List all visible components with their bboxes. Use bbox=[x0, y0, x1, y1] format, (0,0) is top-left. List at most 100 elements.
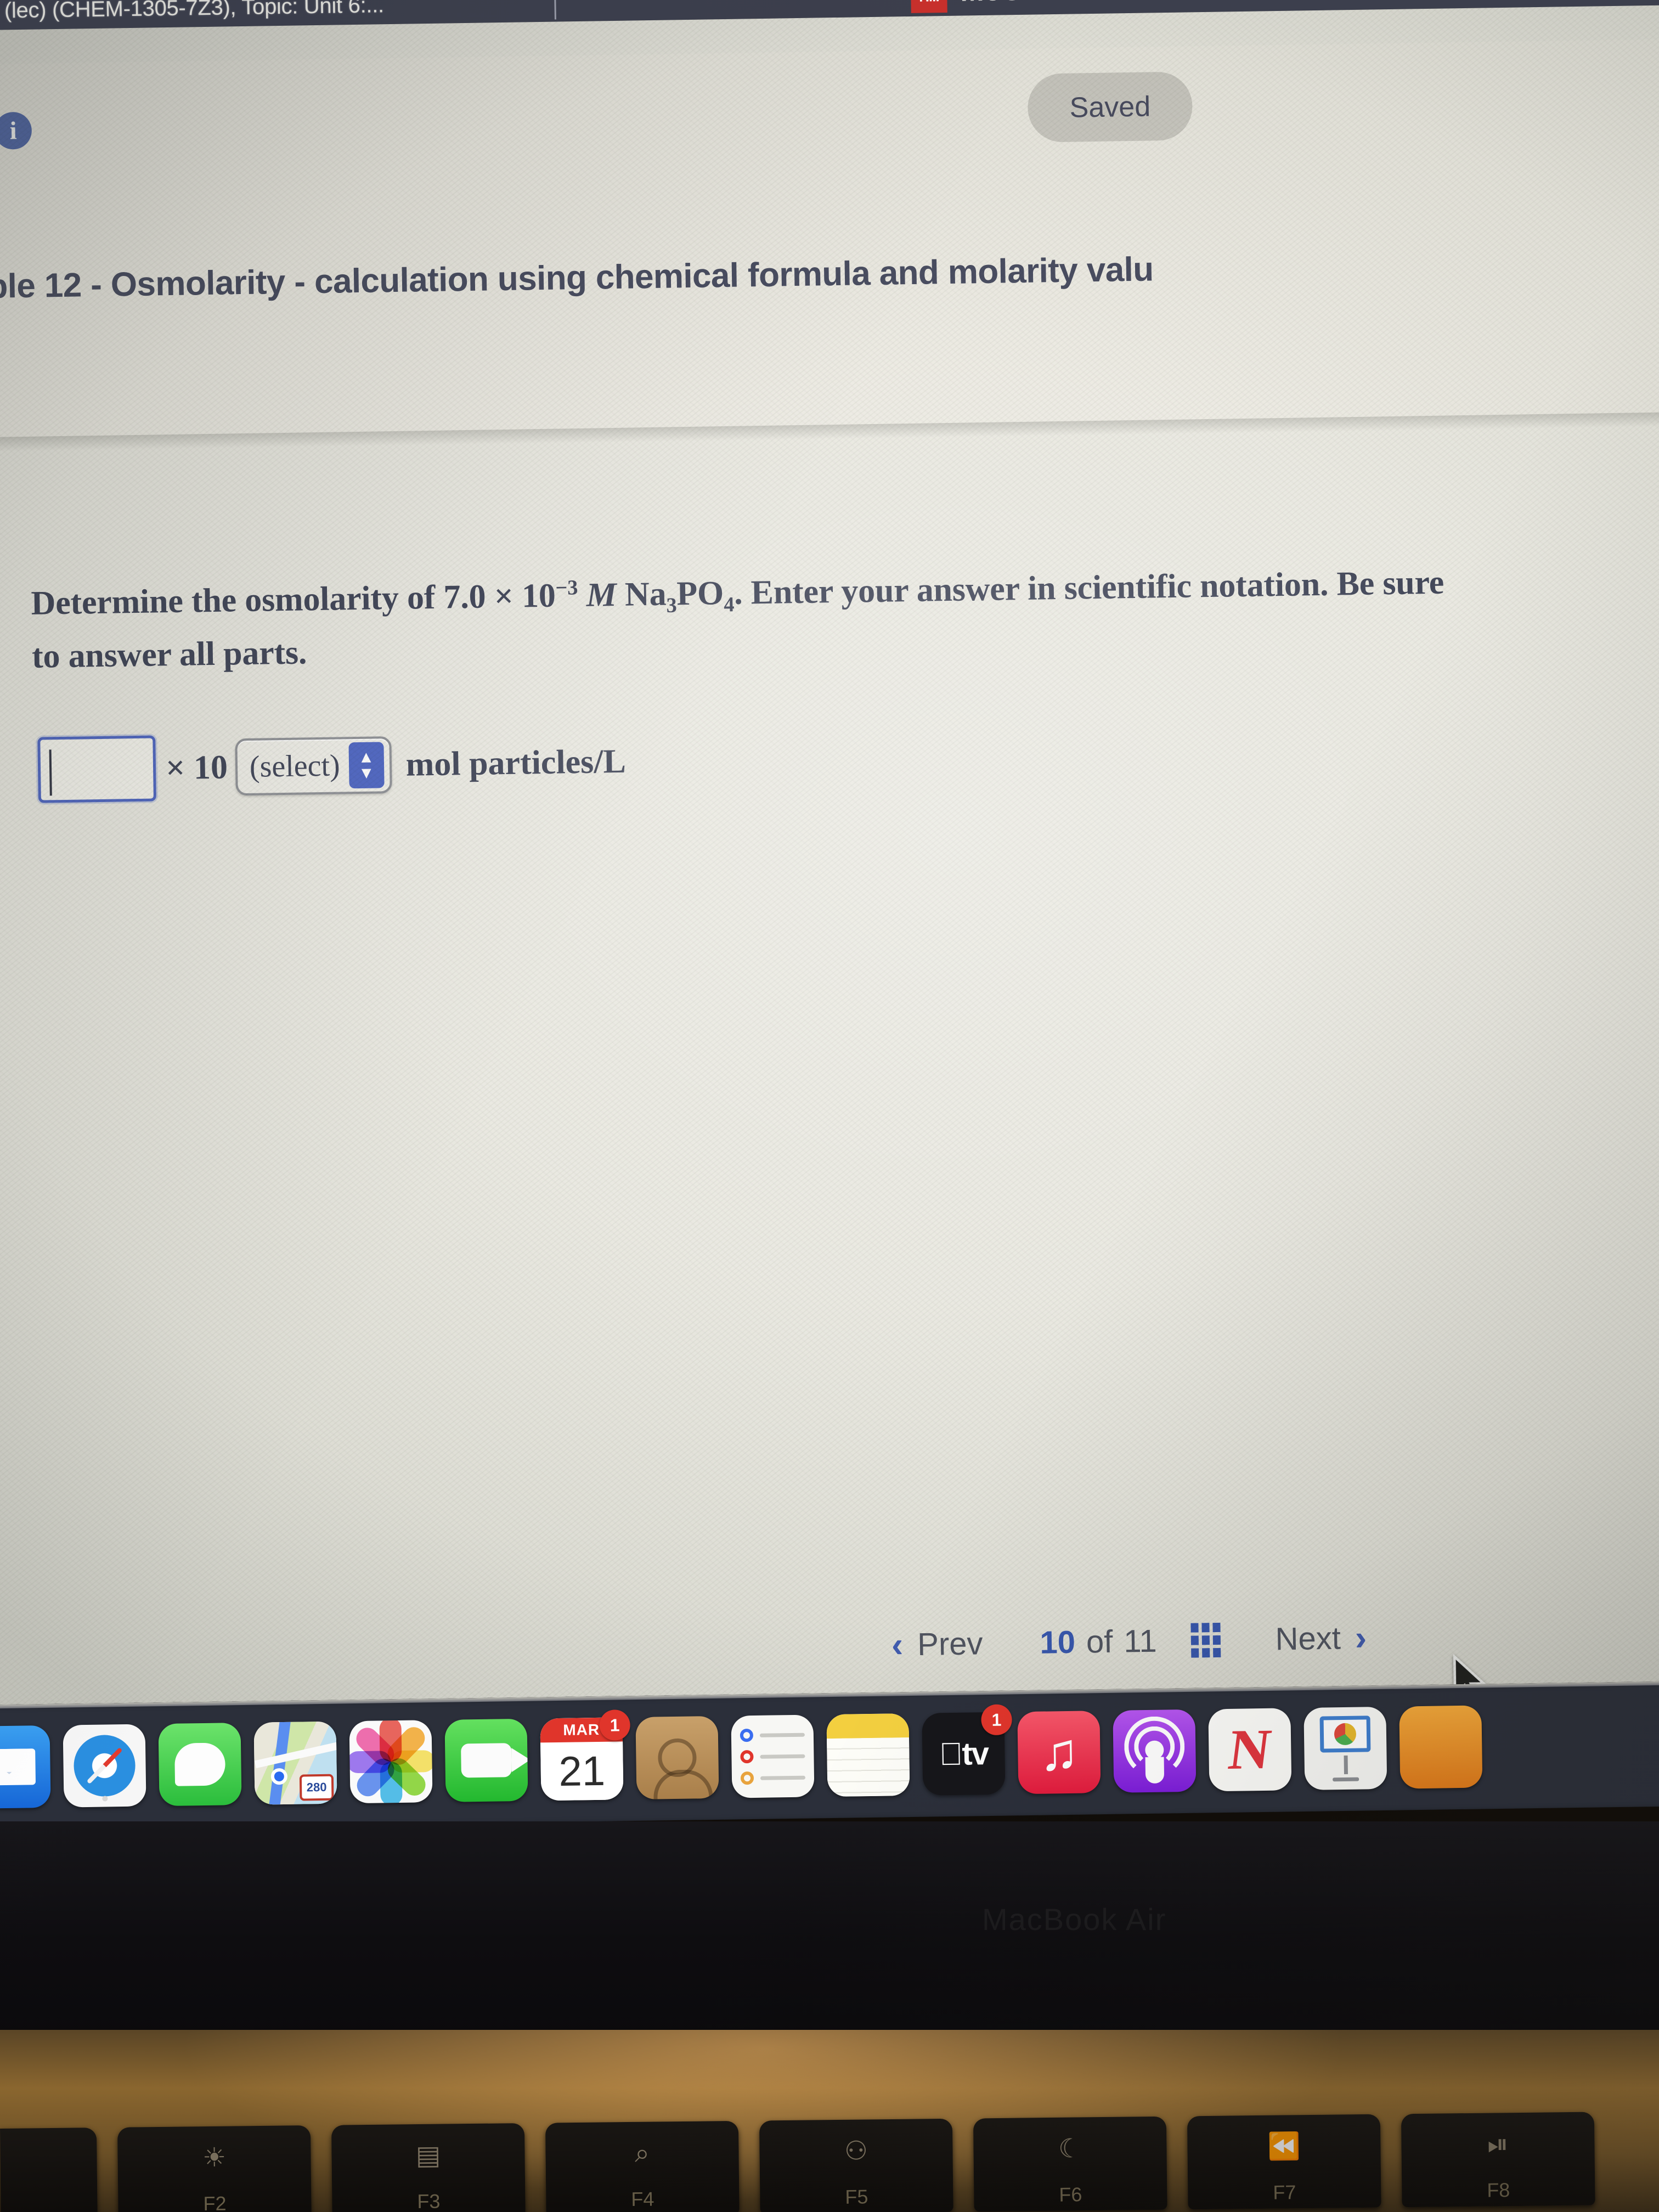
macos-dock: 280 MAR 21 1 tv 1 ♫ N bbox=[0, 1680, 1659, 1830]
function-key-row: ☀ F2 ▤ F3 ⌕ F4 ⚇ F5 ☾ F6 ⏪ F7 ⏯ F8 bbox=[0, 2111, 1659, 2212]
question-prompt: Determine the osmolarity of 7.0 × 10−3 M… bbox=[31, 555, 1579, 682]
exponent-select-label: (select) bbox=[249, 748, 341, 784]
exponent-select[interactable]: (select) ▲ ▼ bbox=[235, 736, 392, 796]
appletv-badge: 1 bbox=[981, 1704, 1012, 1736]
calendar-day-label: 21 bbox=[558, 1747, 606, 1795]
tab-divider bbox=[554, 0, 556, 20]
question-line2: to answer all parts. bbox=[31, 634, 307, 675]
key-label-f8: F8 bbox=[1487, 2179, 1510, 2202]
dock-app-contacts[interactable] bbox=[635, 1716, 719, 1799]
play-pause-icon: ⏯ bbox=[1487, 2130, 1509, 2159]
mcgraw-wordmark: McGraw bbox=[960, 0, 1075, 8]
dock-app-reminders[interactable] bbox=[731, 1714, 815, 1798]
question-line1-a: Determine the osmolarity of 7.0 bbox=[31, 578, 495, 622]
facetime-camera-icon bbox=[444, 1719, 528, 1802]
dock-app-orange[interactable] bbox=[1399, 1705, 1483, 1789]
mission-control-icon: ▤ bbox=[415, 2141, 441, 2171]
rewind-icon: ⏪ bbox=[1267, 2132, 1301, 2162]
next-chevron-icon[interactable]: › bbox=[1355, 1617, 1367, 1658]
dock-app-news[interactable]: N bbox=[1208, 1708, 1292, 1792]
messages-bubble-icon bbox=[159, 1723, 242, 1806]
notes-pad-icon bbox=[826, 1713, 910, 1797]
search-icon: ⌕ bbox=[634, 2138, 650, 2168]
browser-tab-title[interactable]: l (lec) (CHEM-1305-7Z3), Topic: Unit 6:.… bbox=[0, 0, 384, 24]
brightness-up-key[interactable]: ☀ F2 bbox=[117, 2125, 312, 2212]
photos-flower-icon bbox=[349, 1720, 433, 1804]
mail-icon bbox=[0, 1725, 51, 1809]
question-exponent: −3 bbox=[555, 576, 578, 600]
reminders-list-icon bbox=[731, 1714, 814, 1798]
maps-route-shield: 280 bbox=[299, 1774, 334, 1801]
dock-app-appletv[interactable]: tv 1 bbox=[922, 1704, 1012, 1796]
key-label-f5: F5 bbox=[845, 2185, 868, 2208]
key-label-f7: F7 bbox=[1273, 2181, 1296, 2204]
key-label-f4: F4 bbox=[631, 2187, 654, 2210]
molarity-symbol: M bbox=[586, 576, 617, 614]
mcgraw-hill-logo-text: Hill bbox=[919, 0, 939, 5]
microphone-icon: ⚇ bbox=[844, 2136, 868, 2166]
question-base: 10 bbox=[513, 577, 556, 615]
current-page-number: 10 bbox=[1039, 1624, 1076, 1661]
apple-tv-wordmark: tv bbox=[950, 1735, 988, 1772]
dock-app-notes[interactable] bbox=[826, 1713, 910, 1797]
music-note-icon: ♫ bbox=[1039, 1722, 1080, 1782]
contacts-person-icon bbox=[635, 1716, 719, 1799]
grid-view-icon[interactable] bbox=[1190, 1622, 1221, 1658]
page-of-label: of bbox=[1086, 1623, 1113, 1660]
stepper-arrows-icon[interactable]: ▲ ▼ bbox=[348, 742, 385, 789]
key-label-f2: F2 bbox=[203, 2192, 227, 2212]
play-pause-key[interactable]: ⏯ F8 bbox=[1401, 2112, 1595, 2208]
podcasts-antenna-icon bbox=[1113, 1709, 1196, 1793]
prev-chevron-icon[interactable]: ‹ bbox=[891, 1624, 903, 1664]
mcgraw-hill-logo-icon: Hill bbox=[910, 0, 947, 13]
laptop-screen: l (lec) (CHEM-1305-7Z3), Topic: Unit 6:.… bbox=[0, 0, 1659, 1861]
question-line1-b: . Enter your answer in scientific notati… bbox=[733, 563, 1444, 612]
info-icon[interactable]: i bbox=[0, 111, 32, 150]
page-content: rk i Saved ample 12 - Osmolarity - calcu… bbox=[0, 4, 1659, 1808]
dock-app-keynote[interactable] bbox=[1304, 1706, 1387, 1790]
chevron-up-icon: ▲ bbox=[358, 748, 375, 766]
dock-app-calendar[interactable]: MAR 21 1 bbox=[540, 1709, 631, 1801]
maps-icon: 280 bbox=[253, 1721, 337, 1805]
multiplier-label: × 10 bbox=[165, 748, 228, 787]
formula-po: PO bbox=[676, 574, 724, 613]
key-label-f3: F3 bbox=[417, 2190, 441, 2212]
laptop-photo: l (lec) (CHEM-1305-7Z3), Topic: Unit 6:.… bbox=[0, 0, 1659, 2212]
dock-app-safari[interactable] bbox=[63, 1724, 146, 1808]
formula-po-subscript: 4 bbox=[724, 593, 735, 617]
dock-app-podcasts[interactable] bbox=[1113, 1709, 1197, 1793]
chevron-down-icon: ▼ bbox=[358, 764, 375, 782]
prev-button[interactable]: Prev bbox=[917, 1625, 983, 1663]
brightness-icon: ☀ bbox=[202, 2143, 227, 2173]
function-key-f1-partial[interactable] bbox=[0, 2128, 98, 2212]
next-button[interactable]: Next bbox=[1275, 1620, 1341, 1657]
answer-entry-row: × 10 (select) ▲ ▼ mol particles/L bbox=[37, 729, 627, 803]
dictation-mic-key[interactable]: ⚇ F5 bbox=[759, 2118, 953, 2212]
safari-compass-icon bbox=[63, 1724, 146, 1807]
screen-bezel bbox=[0, 1821, 1659, 2041]
pagination-bar: ‹ Prev 10 of 11 Next › bbox=[891, 1617, 1367, 1665]
total-page-number: 11 bbox=[1123, 1623, 1158, 1659]
bookmark-row: rk i bbox=[0, 111, 32, 150]
keynote-presentation-icon bbox=[1304, 1707, 1387, 1790]
dock-app-maps[interactable]: 280 bbox=[253, 1721, 337, 1805]
mission-control-key[interactable]: ▤ F3 bbox=[331, 2123, 526, 2212]
key-label-f6: F6 bbox=[1059, 2183, 1082, 2206]
dock-app-photos[interactable] bbox=[349, 1720, 433, 1804]
coefficient-input[interactable] bbox=[37, 735, 156, 803]
dock-app-music[interactable]: ♫ bbox=[1017, 1711, 1101, 1795]
dock-app-messages[interactable] bbox=[158, 1723, 242, 1807]
spotlight-search-key[interactable]: ⌕ F4 bbox=[545, 2120, 740, 2212]
save-status-badge[interactable]: Saved bbox=[1027, 71, 1193, 143]
rewind-key[interactable]: ⏪ F7 bbox=[1187, 2114, 1381, 2210]
dock-running-indicator bbox=[102, 1796, 108, 1802]
news-wordmark: N bbox=[1225, 1717, 1275, 1781]
multiplication-sign: × bbox=[494, 577, 514, 616]
dock-app-facetime[interactable] bbox=[444, 1718, 528, 1802]
formula-na-subscript: 3 bbox=[666, 594, 677, 618]
do-not-disturb-key[interactable]: ☾ F6 bbox=[973, 2116, 1167, 2212]
assignment-header-band bbox=[0, 38, 1659, 438]
dock-app-mail[interactable] bbox=[0, 1725, 51, 1809]
save-status-label: Saved bbox=[1069, 90, 1151, 124]
moon-icon: ☾ bbox=[1058, 2134, 1082, 2164]
